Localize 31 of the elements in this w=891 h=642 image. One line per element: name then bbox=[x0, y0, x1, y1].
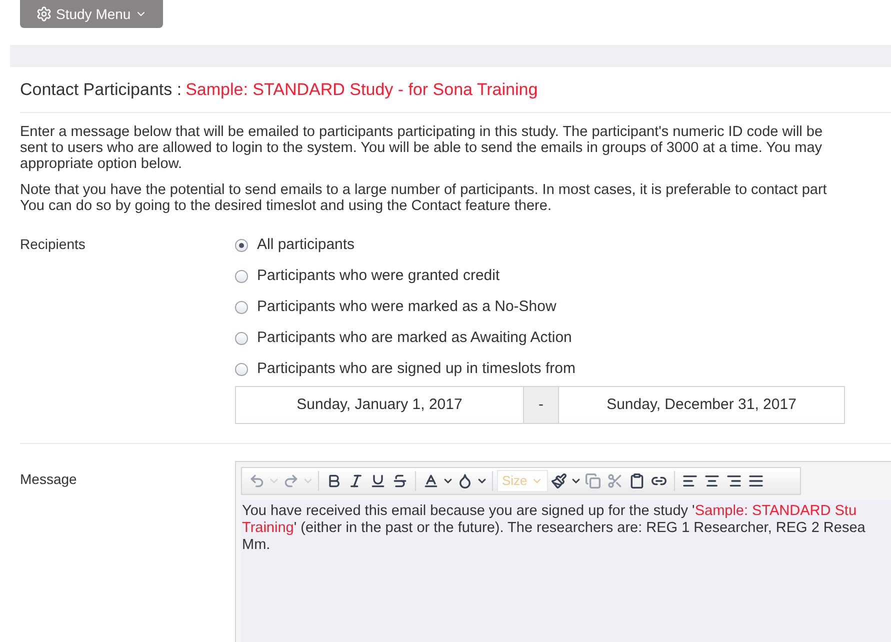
message-label: Message bbox=[20, 470, 78, 489]
underline-icon[interactable] bbox=[370, 473, 386, 489]
radio-label[interactable]: Participants who are signed up in timeslots from bbox=[257, 358, 576, 381]
note-paragraph: Note that you have the potential to send emails to a large number of participants. In most cases, it is preferable to contact part You can do so by going to the desired timeslot and using the Contact feature there. bbox=[20, 182, 828, 214]
paintbrush-icon[interactable] bbox=[551, 473, 568, 489]
align-justify-icon[interactable] bbox=[748, 473, 764, 489]
strikethrough-icon[interactable] bbox=[392, 473, 408, 489]
radio-label[interactable]: All participants bbox=[257, 234, 355, 257]
message-text[interactable]: You have received this email because you are signed up for the study 'Sample: STANDARD Stu Training' (either in the past or the future). The researchers are: REG 1 Researcher, REG 2 Resea Mm. bbox=[241, 500, 891, 642]
radio-button[interactable] bbox=[235, 332, 248, 345]
radio-button[interactable] bbox=[235, 270, 248, 283]
intro-paragraph: Enter a message below that will be emailed to participants participating in this study. The participant's numeric ID code will be sent to users who are allowed to login to the system. You will be able to send the emails in groups of 3000 at a time. You may appropriate option below. bbox=[20, 124, 824, 172]
radio-button[interactable] bbox=[235, 239, 248, 252]
paste-icon[interactable] bbox=[629, 473, 646, 489]
study-menu-button[interactable]: Study Menu bbox=[20, 0, 163, 28]
radio-button[interactable] bbox=[235, 301, 248, 314]
radio-label[interactable]: Participants who are marked as Awaiting Action bbox=[257, 327, 572, 350]
bold-icon[interactable] bbox=[326, 473, 342, 489]
radio-label[interactable]: Participants who were marked as a No-Show bbox=[257, 296, 556, 319]
gear-icon bbox=[36, 6, 52, 22]
align-center-icon[interactable] bbox=[704, 473, 720, 489]
align-left-icon[interactable] bbox=[682, 473, 698, 489]
italic-icon[interactable] bbox=[348, 473, 364, 489]
droplet-icon[interactable] bbox=[457, 473, 473, 489]
text-color-icon[interactable] bbox=[423, 473, 439, 489]
align-right-icon[interactable] bbox=[726, 473, 742, 489]
recipients-label: Recipients bbox=[20, 235, 86, 254]
page-title: Contact Participants : bbox=[20, 78, 182, 101]
radio-label[interactable]: Participants who were granted credit bbox=[257, 265, 500, 288]
study-name: Sample: STANDARD Study - for Sona Training bbox=[186, 78, 538, 101]
radio-button[interactable] bbox=[235, 363, 248, 376]
